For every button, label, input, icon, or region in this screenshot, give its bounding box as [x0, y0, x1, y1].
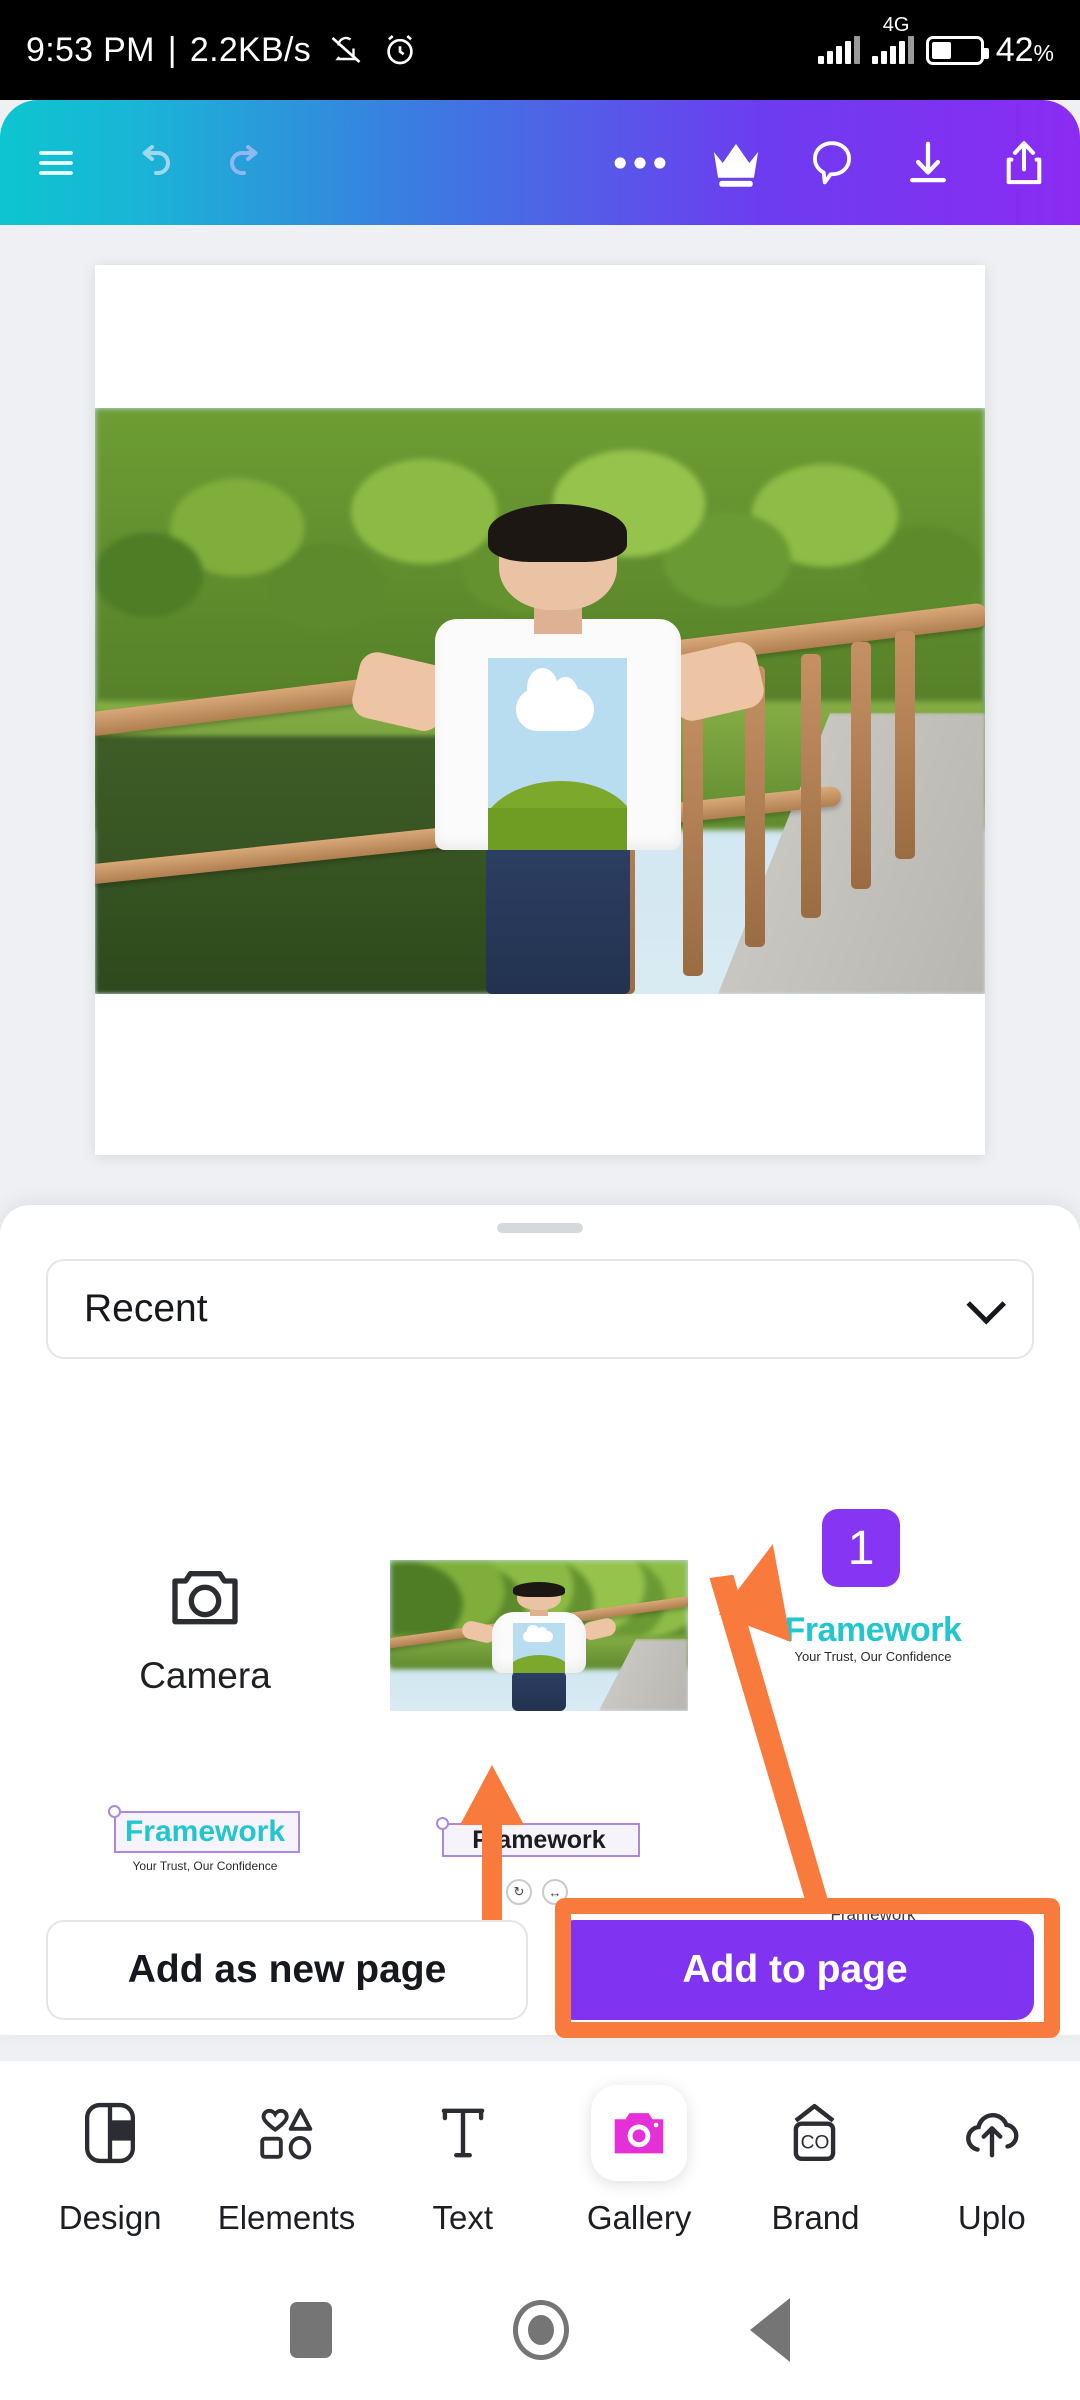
canvas-area[interactable]	[0, 225, 1080, 1205]
battery-percent: 42%	[995, 30, 1054, 69]
gallery-design-cell-1[interactable]: 1 Framework Your Trust, Our Confidence	[714, 1475, 1032, 1785]
alarm-clock-icon	[387, 35, 413, 65]
source-dropdown-value: Recent	[84, 1287, 208, 1330]
design-subtitle-2: Your Trust, Our Confidence	[132, 1859, 278, 1873]
camera-icon	[172, 1571, 238, 1625]
thumb-hair	[512, 1581, 566, 1598]
nav-item-gallery[interactable]: Gallery	[551, 2084, 727, 2237]
more-options-icon[interactable]	[592, 100, 688, 225]
home-circle-icon[interactable]	[512, 2300, 569, 2360]
camera-gallery-icon	[591, 2084, 688, 2181]
sheet-action-buttons: Add as new page Add to page	[0, 1905, 1080, 2035]
tshirt-hill-base	[488, 807, 628, 850]
design-title: Framework	[784, 1611, 962, 1650]
nav-label-design: Design	[58, 2198, 162, 2236]
photo-person-jeans	[485, 840, 630, 994]
download-icon[interactable]	[880, 100, 976, 225]
photo-post-5	[851, 642, 871, 889]
thumb-hill	[512, 1654, 566, 1674]
toolbar-left-group	[0, 100, 296, 225]
photo-post-6	[895, 630, 915, 860]
hamburger-menu-icon[interactable]	[8, 100, 104, 225]
transform-controls: ↻ ↔	[506, 1879, 568, 1905]
nav-item-text[interactable]: Text	[375, 2085, 551, 2237]
status-network-speed: 2.2KB/s	[189, 30, 312, 69]
status-time: 9:53 PM	[26, 30, 155, 69]
add-as-new-page-button[interactable]: Add as new page	[46, 1920, 528, 2020]
network-type-group: 4G	[871, 14, 914, 64]
comment-bubble-icon[interactable]	[784, 100, 880, 225]
status-bar: 9:53 PM | 2.2KB/s 4G 42%	[0, 0, 1080, 100]
design-title-2: Framework	[124, 1815, 286, 1848]
drag-handle[interactable]	[497, 1223, 583, 1233]
network-type-label: 4G	[882, 14, 910, 36]
nav-label-gallery: Gallery	[586, 2198, 692, 2236]
photo-thumbnail-image	[390, 1560, 688, 1712]
chevron-down-icon	[966, 1284, 1007, 1325]
gallery-grid: Camera 1 Framework Your Trust, Our Confi…	[46, 1475, 1034, 1975]
nav-label-text: Text	[432, 2198, 494, 2236]
nav-label-uploads: Uplo	[957, 2198, 1026, 2236]
bell-muted-icon	[331, 36, 361, 64]
redo-icon[interactable]	[200, 100, 296, 225]
back-triangle-icon[interactable]	[749, 2298, 790, 2362]
battery-icon	[925, 35, 989, 65]
nav-item-uploads[interactable]: Uplo	[904, 2085, 1080, 2237]
share-upload-icon[interactable]	[976, 100, 1072, 225]
resize-icon[interactable]: ↔	[542, 1879, 568, 1905]
bottom-navigation: Design Elements Text Gallery CO Brand Up…	[0, 2060, 1080, 2260]
thumb-jeans	[511, 1670, 567, 1712]
nav-item-design[interactable]: Design	[22, 2085, 198, 2237]
nav-item-elements[interactable]: Elements	[198, 2085, 374, 2237]
add-to-page-button[interactable]: Add to page	[556, 1920, 1034, 2020]
tshirt-cloud	[516, 667, 594, 731]
design-thumbnail-1[interactable]: 1 Framework Your Trust, Our Confidence	[714, 1475, 1032, 1785]
thumb-tshirt-graphic	[512, 1622, 566, 1674]
gallery-row-1: Camera 1 Framework Your Trust, Our Confi…	[46, 1475, 1034, 1785]
thumb-cloud	[523, 1625, 553, 1642]
status-bar-left: 9:53 PM | 2.2KB/s	[26, 31, 419, 70]
canvas-photo[interactable]	[95, 408, 985, 994]
brand-co-icon: CO	[767, 2085, 863, 2181]
status-bar-right: 4G 42%	[817, 14, 1054, 70]
thumb-person	[460, 1581, 618, 1712]
recents-square-icon[interactable]	[290, 2302, 333, 2358]
toolbar-right-group	[592, 100, 1080, 225]
text-t-icon	[415, 2085, 511, 2181]
layout-design-icon	[62, 2085, 158, 2181]
photo-person	[348, 503, 768, 994]
page-number-badge: 1	[822, 1509, 901, 1588]
design-canvas-page[interactable]	[95, 265, 985, 1155]
svg-text:CO: CO	[801, 2132, 830, 2153]
gallery-camera-cell[interactable]: Camera	[46, 1475, 364, 1785]
gallery-photo-cell[interactable]	[380, 1475, 698, 1785]
photo-thumbnail-card[interactable]	[380, 1475, 698, 1785]
design-title-3: Framework	[472, 1826, 606, 1854]
design-subtitle: Your Trust, Our Confidence	[794, 1648, 952, 1664]
rotate-icon[interactable]: ↻	[506, 1879, 532, 1905]
photo-thumbnail-inner	[390, 1485, 688, 1775]
source-dropdown[interactable]: Recent	[46, 1259, 1034, 1359]
photo-post-4	[801, 654, 821, 918]
editor-toolbar	[0, 100, 1080, 225]
status-separator: |	[167, 30, 177, 69]
signal-bars-icon	[817, 36, 860, 64]
undo-icon[interactable]	[104, 100, 200, 225]
gallery-camera-label: Camera	[139, 1655, 271, 1696]
signal-bars-secondary-icon	[871, 36, 914, 64]
photo-tshirt-graphic	[488, 657, 628, 850]
shapes-elements-icon	[238, 2085, 334, 2181]
upload-cloud-icon	[944, 2085, 1040, 2181]
screen-root: 9:53 PM | 2.2KB/s 4G 42% Recent Camera 1…	[0, 0, 1080, 2400]
nav-item-brand[interactable]: CO Brand	[727, 2085, 903, 2237]
photo-person-hair	[488, 503, 628, 562]
crown-premium-icon[interactable]	[688, 100, 784, 225]
nav-label-brand: Brand	[771, 2198, 860, 2236]
android-navigation-bar	[0, 2260, 1080, 2400]
nav-label-elements: Elements	[217, 2198, 356, 2236]
